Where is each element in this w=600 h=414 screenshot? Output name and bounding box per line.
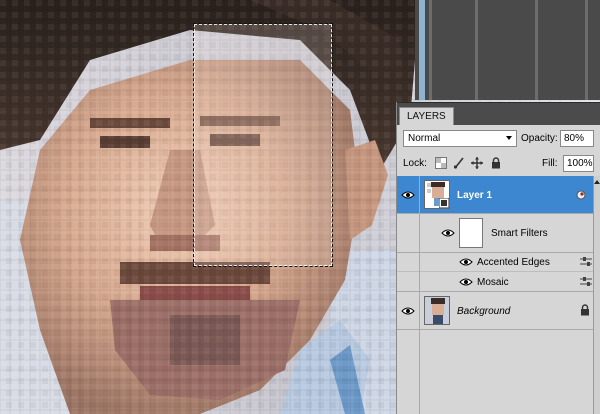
background-thumbnail	[424, 296, 450, 325]
layer-1-thumbnail	[424, 180, 450, 209]
blend-opacity-row: Normal Opacity: 80%	[397, 128, 600, 150]
filter-options-icon[interactable]	[580, 277, 592, 287]
lock-transparent-pixels-icon[interactable]	[435, 157, 447, 169]
eye-icon[interactable]	[459, 277, 473, 287]
filter-name: Accented Edges	[477, 257, 550, 268]
chevron-down-icon	[506, 136, 512, 140]
layer-name: Layer 1	[457, 190, 493, 201]
fill-input[interactable]: 100%	[563, 155, 594, 172]
lock-fill-row: Lock: Fill: 100%	[397, 152, 600, 174]
layers-tab[interactable]: LAYERS	[399, 107, 454, 125]
lock-icon	[579, 304, 591, 316]
filter-name: Mosaic	[477, 277, 509, 288]
lock-image-pixels-icon[interactable]	[453, 157, 465, 169]
filter-row-mosaic[interactable]: Mosaic	[397, 272, 600, 292]
filter-options-icon[interactable]	[580, 257, 592, 267]
layer-effects-icon[interactable]	[575, 189, 587, 200]
eye-icon[interactable]	[459, 257, 473, 267]
blend-mode-value: Normal	[408, 133, 441, 144]
blend-mode-dropdown[interactable]: Normal	[403, 130, 517, 147]
lock-label: Lock:	[403, 158, 427, 169]
panel-tab-bar: LAYERS	[397, 102, 600, 125]
layers-list: Layer 1 Smart Filters Accented Edges Mos…	[397, 176, 600, 414]
smart-filter-mask-thumbnail	[459, 218, 483, 248]
filter-row-accented-edges[interactable]: Accented Edges	[397, 253, 600, 272]
eye-icon[interactable]	[401, 190, 415, 200]
window-background-edge	[415, 0, 600, 100]
scroll-up-arrow-icon[interactable]	[594, 180, 600, 184]
eye-icon[interactable]	[441, 228, 455, 238]
layer-row-layer-1[interactable]: Layer 1	[397, 176, 600, 214]
fill-label: Fill:	[542, 158, 558, 169]
layer-row-smart-filters[interactable]: Smart Filters	[397, 214, 600, 253]
opacity-label: Opacity:	[521, 133, 558, 144]
eye-column-divider	[419, 176, 420, 414]
selection-marquee[interactable]	[193, 23, 333, 267]
layer-name: Smart Filters	[491, 228, 548, 239]
lock-position-icon[interactable]	[471, 157, 483, 169]
layers-panel: LAYERS Normal Opacity: 80% Lock: Fill: 1…	[396, 102, 600, 414]
layer-row-background[interactable]: Background	[397, 292, 600, 330]
lock-all-icon[interactable]	[490, 157, 502, 169]
layer-name: Background	[457, 306, 511, 317]
smart-object-icon	[439, 198, 449, 208]
eye-icon[interactable]	[401, 306, 415, 316]
layers-scrollbar[interactable]	[593, 176, 600, 414]
opacity-input[interactable]: 80%	[560, 130, 594, 147]
